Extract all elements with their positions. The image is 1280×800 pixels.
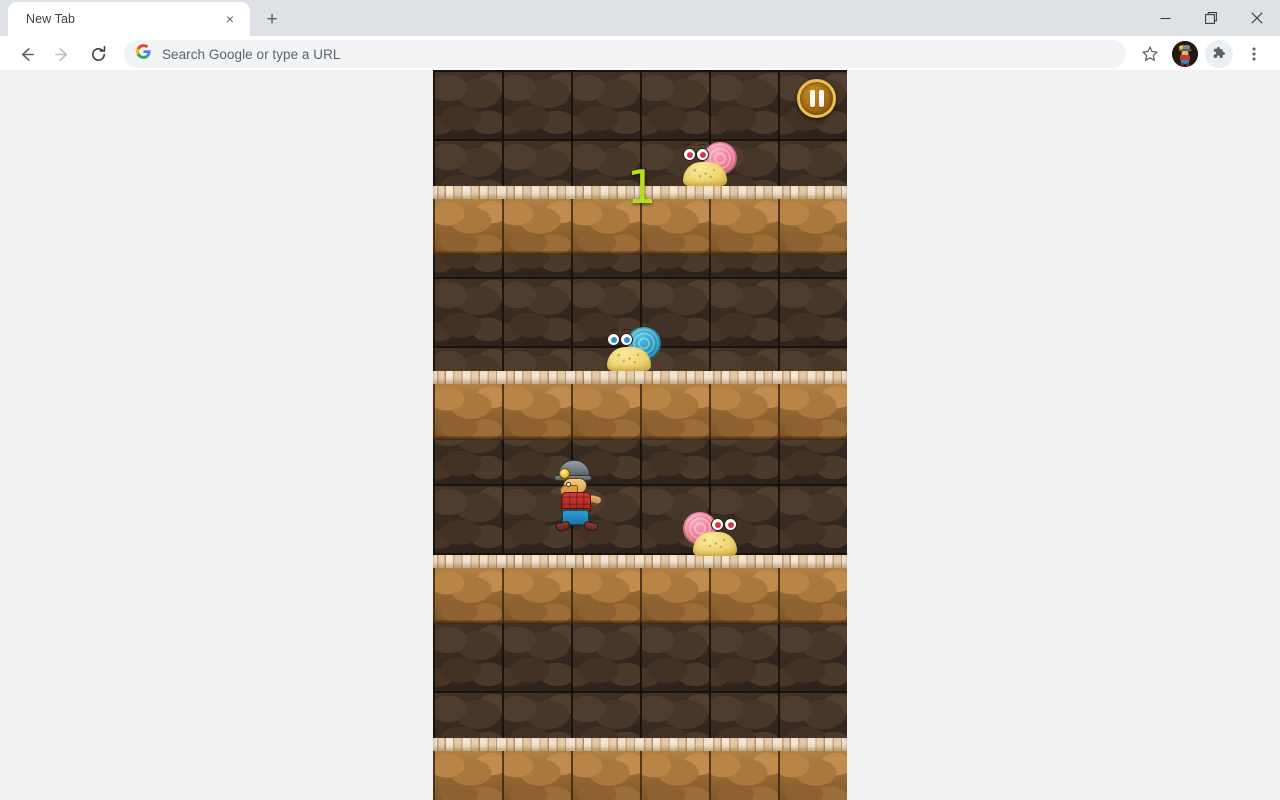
pause-icon-bar-right [818,90,824,107]
miner-boot-left [555,520,571,533]
score-display: 1 [627,160,657,214]
extensions-icon[interactable] [1205,40,1233,68]
pause-icon-bar-left [809,90,815,107]
new-tab-button[interactable]: + [258,5,286,33]
pause-button[interactable] [797,79,836,118]
platform-4 [433,738,847,800]
snail-body [693,532,737,556]
google-g-icon [136,44,151,64]
game-canvas[interactable]: 1 [433,70,847,800]
snail-eye-right [696,144,709,161]
maximize-icon[interactable] [1188,0,1234,36]
miner-eye [566,482,571,487]
window-close-icon[interactable] [1234,0,1280,36]
close-icon[interactable]: × [220,9,240,29]
snail-eye-left [724,514,737,531]
browser-tab[interactable]: New Tab × [8,2,250,36]
snail-body [607,347,651,371]
forward-icon[interactable] [47,39,77,69]
tab-strip: New Tab × + [0,0,1280,36]
snail-blue [605,325,661,371]
miner-boot-right [583,520,599,533]
minimize-icon[interactable] [1142,0,1188,36]
chrome-menu-icon[interactable] [1239,39,1269,69]
browser-window: New Tab × + Search Google or type a URL … [0,0,1280,800]
page-viewport: 1 [0,70,1280,800]
platform-3 [433,555,847,624]
miner-character [554,460,603,533]
tab-title: New Tab [26,12,76,26]
snail-eye-left [683,144,696,161]
platform-2 [433,371,847,440]
window-controls [1142,0,1280,36]
snail-pink-top [681,140,737,186]
profile-avatar[interactable] [1172,41,1198,67]
address-bar-text: Search Google or type a URL [162,46,341,62]
reload-icon[interactable] [83,39,113,69]
snail-pink-mid [683,510,739,556]
address-bar[interactable]: Search Google or type a URL [124,40,1126,68]
browser-toolbar: Search Google or type a URL [0,36,1280,73]
snail-eye-left [607,329,620,346]
bookmark-star-icon[interactable] [1135,39,1165,69]
snail-eye-right [620,329,633,346]
snail-eye-right [711,514,724,531]
back-icon[interactable] [11,39,41,69]
snail-body [683,162,727,186]
